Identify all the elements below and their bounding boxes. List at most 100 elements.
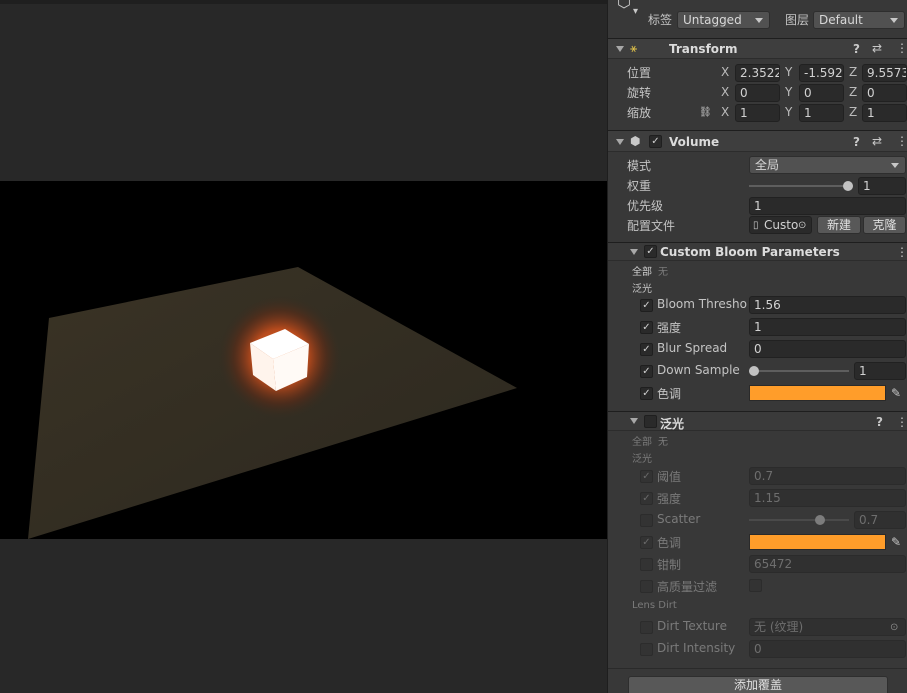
presets-icon[interactable]: ⇄ (872, 42, 882, 54)
fold-arrow-icon[interactable] (630, 249, 638, 255)
mode-dropdown[interactable]: 全局 (749, 156, 906, 174)
intensity-field[interactable]: 1 (749, 318, 906, 336)
clamp-override-checkbox[interactable] (640, 558, 653, 571)
bloom-intensity-override-checkbox[interactable]: ✓ (640, 492, 653, 505)
down-sample-slider[interactable] (749, 370, 849, 372)
none-toggle[interactable]: 无 (658, 263, 668, 278)
help-icon[interactable]: ? (876, 416, 883, 428)
dirt-texture-override-checkbox[interactable] (640, 621, 653, 634)
scene-viewport[interactable] (0, 181, 607, 539)
intensity-override-checkbox[interactable]: ✓ (640, 321, 653, 334)
object-picker-icon[interactable]: ⊙ (798, 220, 806, 232)
weight-field[interactable]: 1 (858, 177, 906, 195)
threshold-field[interactable]: 0.7 (749, 467, 906, 485)
high-quality-override-checkbox[interactable] (640, 580, 653, 593)
none-toggle[interactable]: 无 (658, 433, 668, 448)
bloom-intensity-row: ✓ 强度 1.15 (608, 487, 907, 509)
all-toggle[interactable]: 全部 (632, 433, 652, 448)
blur-spread-row: ✓ Blur Spread 0 (608, 338, 907, 360)
threshold-row: ✓ 阈值 0.7 (608, 465, 907, 487)
weight-slider[interactable] (749, 185, 853, 187)
bloom-threshold-field[interactable]: 1.56 (749, 296, 906, 314)
rotation-row: 旋转 X 0 Y 0 Z 0 (608, 83, 907, 103)
dirt-texture-field[interactable]: 无 (纹理) ⊙ (749, 618, 906, 636)
axis-x-label: X (721, 65, 730, 79)
bloom-threshold-label: Bloom Thresho (657, 297, 747, 311)
scale-x-field[interactable]: 1 (735, 104, 780, 122)
scale-y-field[interactable]: 1 (799, 104, 844, 122)
weight-slider-thumb[interactable] (843, 181, 853, 191)
custom-tint-override-checkbox[interactable]: ✓ (640, 387, 653, 400)
scene-view[interactable] (0, 0, 607, 693)
fold-arrow-icon[interactable] (616, 139, 624, 145)
position-z-field[interactable]: 9.5573 (862, 64, 907, 82)
bloom-header[interactable]: 泛光 ? ⋮ (608, 411, 907, 431)
custom-bloom-enabled-checkbox[interactable]: ✓ (644, 245, 657, 258)
dirt-texture-row: Dirt Texture 无 (纹理) ⊙ (608, 616, 907, 638)
fold-arrow-icon[interactable] (630, 418, 638, 424)
layer-dropdown[interactable]: Default (813, 11, 905, 29)
down-sample-field[interactable]: 1 (854, 362, 906, 380)
bloom-tint-color-swatch[interactable] (749, 534, 886, 550)
help-icon[interactable]: ? (853, 43, 860, 55)
help-icon[interactable]: ? (853, 136, 860, 148)
tag-label: 标签 (648, 13, 673, 27)
presets-icon[interactable]: ⇄ (872, 135, 882, 147)
dirt-intensity-field[interactable]: 0 (749, 640, 906, 658)
rotation-z-field[interactable]: 0 (862, 84, 907, 102)
chevron-down-icon[interactable]: ▾ (633, 6, 638, 18)
kebab-menu-icon[interactable]: ⋮ (896, 135, 907, 147)
threshold-override-checkbox[interactable]: ✓ (640, 470, 653, 483)
layer-label: 图层 (785, 13, 810, 27)
fold-arrow-icon[interactable] (616, 46, 624, 52)
down-sample-override-checkbox[interactable]: ✓ (640, 365, 653, 378)
scatter-slider[interactable] (749, 519, 849, 521)
priority-field[interactable]: 1 (749, 197, 906, 215)
scatter-override-checkbox[interactable] (640, 514, 653, 527)
blur-spread-override-checkbox[interactable]: ✓ (640, 343, 653, 356)
kebab-menu-icon[interactable]: ⋮ (896, 246, 907, 258)
rotation-y-field[interactable]: 0 (799, 84, 844, 102)
down-sample-slider-thumb[interactable] (749, 366, 759, 376)
add-override-button[interactable]: 添加覆盖 (628, 676, 888, 693)
custom-tint-color-swatch[interactable] (749, 385, 886, 401)
clamp-row: 钳制 65472 (608, 553, 907, 575)
scale-z-field[interactable]: 1 (862, 104, 907, 122)
custom-bloom-section-row: 泛光 (608, 279, 907, 295)
link-icon[interactable]: ⛓ (699, 107, 712, 119)
position-row: 位置 X 2.3522 Y -1.5927 Z 9.5573 (608, 63, 907, 83)
scatter-slider-thumb[interactable] (814, 515, 825, 525)
transform-header[interactable]: ⚹ Transform ? ⇄ ⋮ (608, 38, 907, 59)
bloom-intensity-field[interactable]: 1.15 (749, 489, 906, 507)
position-x-field[interactable]: 2.3522 (735, 64, 780, 82)
bloom-tint-override-checkbox[interactable]: ✓ (640, 536, 653, 549)
all-toggle[interactable]: 全部 (632, 263, 652, 278)
custom-bloom-all-none-row: 全部 无 (608, 262, 907, 278)
eyedropper-icon[interactable]: ✎ (891, 387, 901, 399)
bloom-intensity-label: 强度 (657, 492, 682, 506)
kebab-menu-icon[interactable]: ⋮ (896, 42, 907, 54)
lens-dirt-label: Lens Dirt (632, 600, 677, 611)
eyedropper-icon[interactable]: ✎ (891, 536, 901, 548)
bloom-threshold-override-checkbox[interactable]: ✓ (640, 299, 653, 312)
object-picker-icon[interactable]: ⊙ (890, 622, 898, 634)
tag-dropdown[interactable]: Untagged (677, 11, 770, 29)
profile-row: 配置文件 ▯ Custo ⊙ 新建 克隆 (608, 215, 907, 237)
custom-bloom-header[interactable]: ✓ Custom Bloom Parameters ⋮ (608, 242, 907, 261)
position-y-field[interactable]: -1.5927 (799, 64, 844, 82)
scatter-field[interactable]: 0.7 (854, 511, 906, 529)
blur-spread-field[interactable]: 0 (749, 340, 906, 358)
volume-enabled-checkbox[interactable]: ✓ (649, 135, 662, 148)
profile-field[interactable]: ▯ Custo ⊙ (749, 216, 812, 234)
new-profile-button[interactable]: 新建 (817, 216, 861, 234)
high-quality-checkbox[interactable] (749, 579, 762, 592)
dirt-intensity-override-checkbox[interactable] (640, 643, 653, 656)
rotation-x-field[interactable]: 0 (735, 84, 780, 102)
volume-title: Volume (669, 135, 720, 149)
axis-z-label: Z (849, 85, 858, 99)
volume-header[interactable]: ⬢ ✓ Volume ? ⇄ ⋮ (608, 130, 907, 152)
clone-profile-button[interactable]: 克隆 (863, 216, 906, 234)
clamp-field[interactable]: 65472 (749, 555, 906, 573)
bloom-enabled-checkbox[interactable] (644, 415, 657, 428)
kebab-menu-icon[interactable]: ⋮ (896, 416, 907, 428)
